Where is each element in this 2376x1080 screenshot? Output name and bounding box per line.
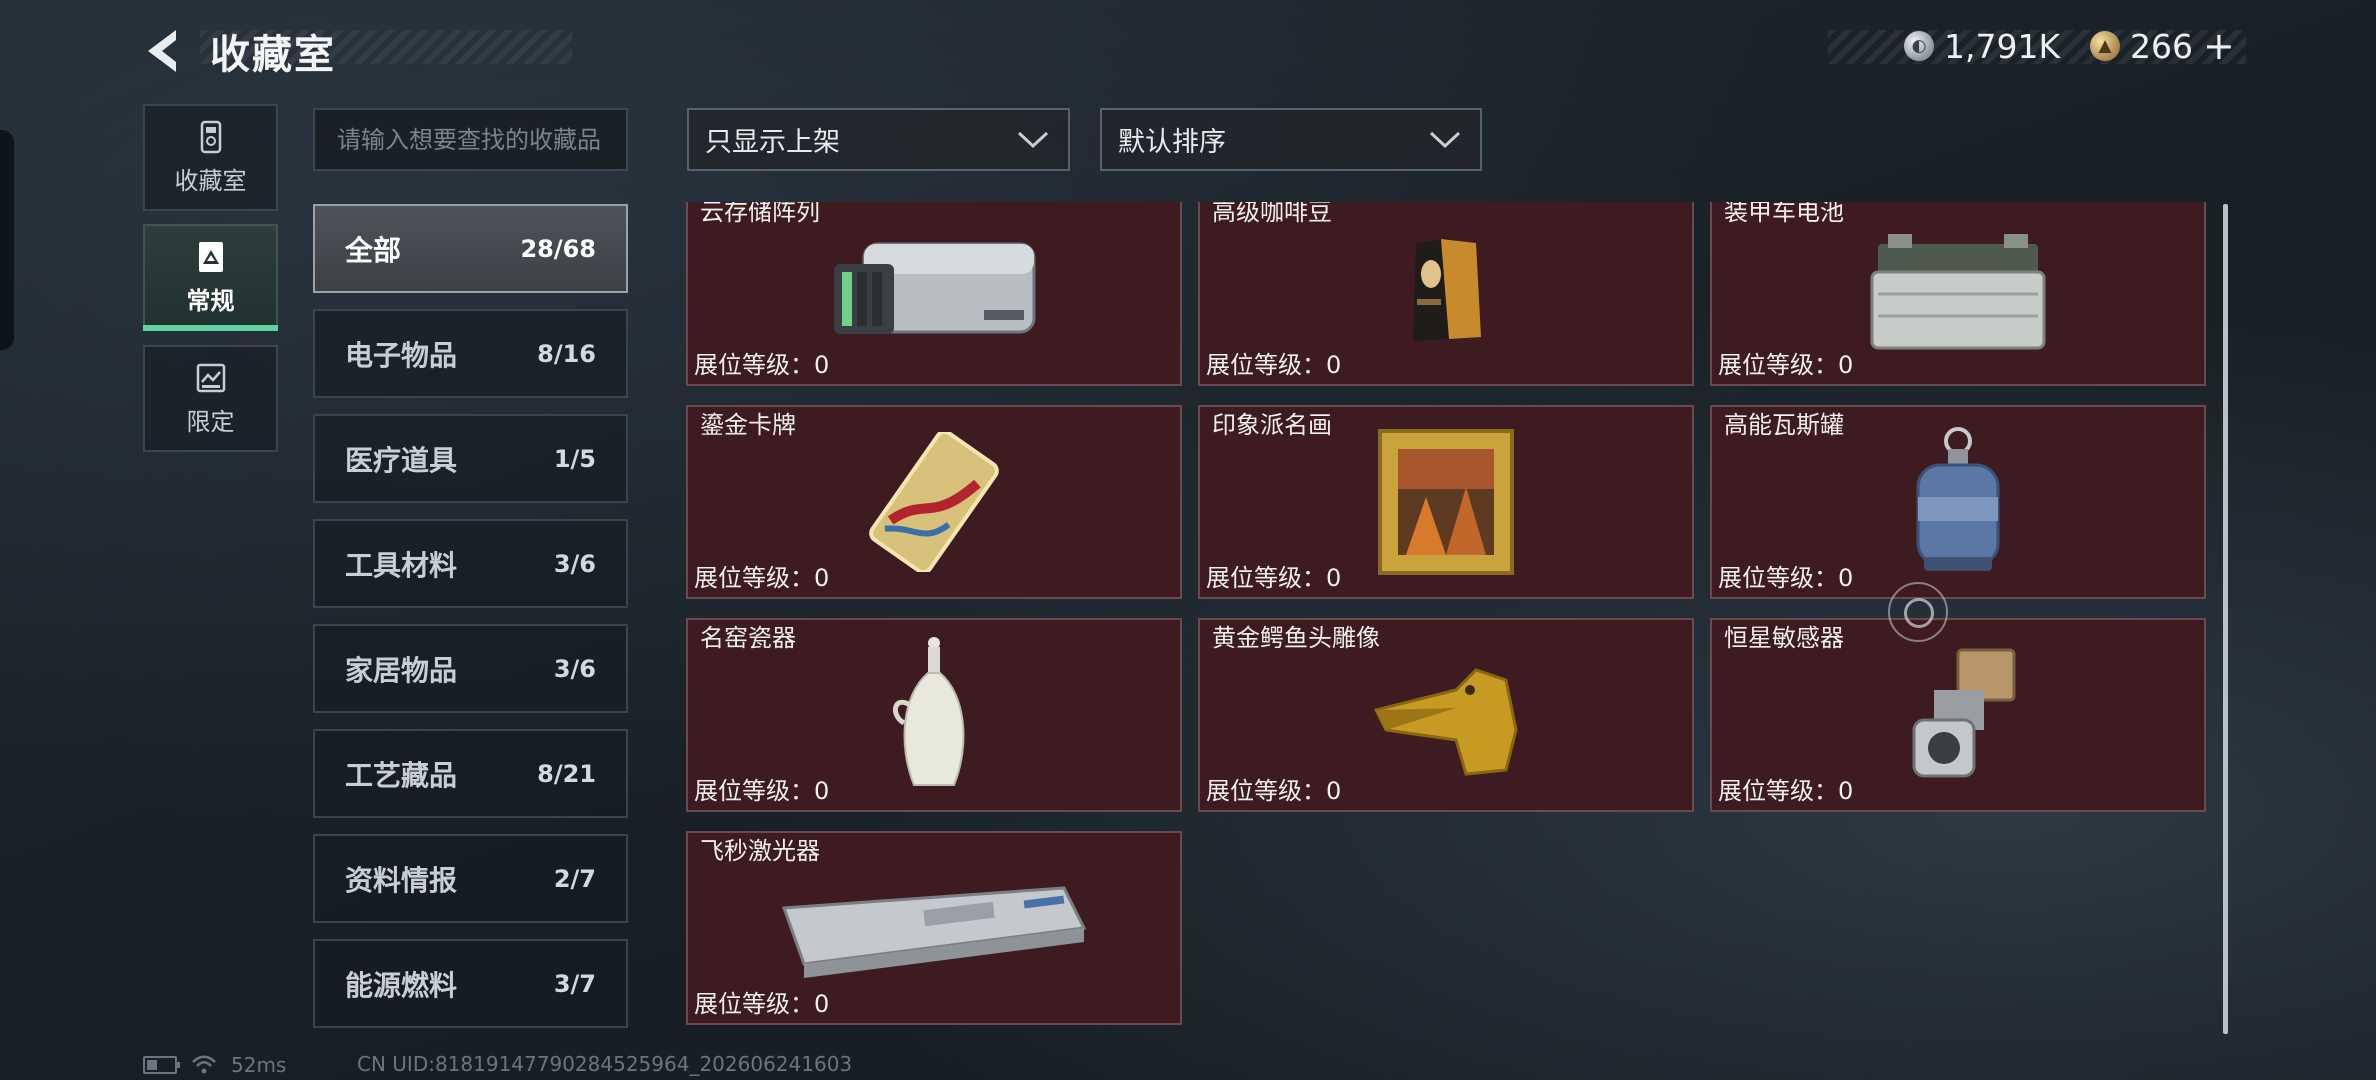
category-label: 工艺藏品 xyxy=(345,758,458,792)
category-fuel[interactable]: 能源燃料 3/7 xyxy=(313,939,628,1028)
femtosecond-laser-icon xyxy=(781,886,1087,978)
chevron-down-icon xyxy=(1017,131,1049,149)
gold-amount: 266 xyxy=(2130,26,2193,66)
nav-limited[interactable]: 限定 xyxy=(143,345,278,452)
item-name: 高能瓦斯罐 xyxy=(1724,411,1844,439)
storage-array-icon xyxy=(834,242,1036,334)
add-currency-button[interactable]: + xyxy=(2203,27,2235,65)
category-count: 2/7 xyxy=(553,864,596,893)
item-name: 飞秒激光器 xyxy=(700,837,820,865)
category-count: 3/6 xyxy=(553,549,596,578)
booth-level: 展位等级：0 xyxy=(694,990,830,1018)
item-name: 恒星敏感器 xyxy=(1724,624,1844,652)
crosshair-icon xyxy=(1888,582,1948,642)
back-arrow-icon xyxy=(148,30,176,72)
wifi-icon xyxy=(192,1055,216,1074)
limited-exhibit-icon xyxy=(196,363,225,393)
item-grid[interactable]: 云存储阵列 展位等级：0 高级咖啡豆 展位等级：0 装甲车电池 展位等级：0 鎏… xyxy=(686,202,2212,1034)
gold-coin-icon: ▲ xyxy=(2090,31,2120,61)
item-name: 名窑瓷器 xyxy=(700,624,796,652)
shelf-filter-value: 只显示上架 xyxy=(705,127,840,158)
category-household[interactable]: 家居物品 3/6 xyxy=(313,624,628,713)
category-electronics[interactable]: 电子物品 8/16 xyxy=(313,309,628,398)
grid-scrollbar[interactable] xyxy=(2223,204,2228,1034)
item-card[interactable]: 名窑瓷器 展位等级：0 xyxy=(686,618,1182,812)
coffee-bean-bag-icon xyxy=(1413,239,1481,341)
back-button[interactable] xyxy=(140,26,190,76)
category-count: 3/6 xyxy=(553,654,596,683)
gold-currency[interactable]: ▲ 266 + xyxy=(2090,26,2235,66)
nav-collection-room[interactable]: 收藏室 xyxy=(143,104,278,211)
regular-exhibit-icon xyxy=(198,242,223,272)
item-name: 云存储阵列 xyxy=(700,202,820,226)
category-count: 3/7 xyxy=(553,969,596,998)
category-label: 家居物品 xyxy=(345,653,458,687)
nav-label: 常规 xyxy=(186,287,235,315)
battery-icon xyxy=(143,1056,180,1074)
booth-level: 展位等级：0 xyxy=(1206,777,1342,805)
gilded-card-icon xyxy=(869,432,999,572)
gold-crocodile-head-icon xyxy=(1373,668,1518,776)
collection-room-icon xyxy=(200,120,221,154)
booth-level: 展位等级：0 xyxy=(694,777,830,805)
status-bar: 52ms xyxy=(143,1052,286,1078)
booth-level: 展位等级：0 xyxy=(1206,564,1342,592)
item-card[interactable]: 高能瓦斯罐 展位等级：0 xyxy=(1710,405,2206,599)
porcelain-vase-icon xyxy=(893,637,965,786)
shelf-filter-dropdown[interactable]: 只显示上架 xyxy=(687,108,1070,171)
booth-level: 展位等级：0 xyxy=(1718,777,1854,805)
category-count: 8/21 xyxy=(537,759,596,788)
booth-level: 展位等级：0 xyxy=(694,564,830,592)
category-label: 医疗道具 xyxy=(345,443,458,477)
item-name: 装甲车电池 xyxy=(1724,202,1844,226)
item-card[interactable]: 黄金鳄鱼头雕像 展位等级：0 xyxy=(1198,618,1694,812)
search-input[interactable] xyxy=(313,108,628,171)
silver-amount: 1,791K xyxy=(1944,26,2061,66)
player-uid: CN UID:81819147790284525964_202606241603 xyxy=(357,1052,853,1076)
category-count: 1/5 xyxy=(553,444,596,473)
booth-level: 展位等级：0 xyxy=(1206,351,1342,379)
edge-handle[interactable] xyxy=(0,130,14,350)
item-card[interactable]: 印象派名画 展位等级：0 xyxy=(1198,405,1694,599)
chevron-down-icon xyxy=(1429,131,1461,149)
item-card[interactable]: 恒星敏感器 展位等级：0 xyxy=(1710,618,2206,812)
item-name: 鎏金卡牌 xyxy=(700,411,796,439)
item-card[interactable]: 高级咖啡豆 展位等级：0 xyxy=(1198,202,1694,386)
category-label: 工具材料 xyxy=(345,548,458,582)
nav-label: 限定 xyxy=(186,408,235,436)
category-crafts[interactable]: 工艺藏品 8/21 xyxy=(313,729,628,818)
item-name: 高级咖啡豆 xyxy=(1212,202,1332,226)
booth-level: 展位等级：0 xyxy=(1718,351,1854,379)
item-card[interactable]: 云存储阵列 展位等级：0 xyxy=(686,202,1182,386)
gas-canister-icon xyxy=(1916,427,2000,571)
item-card[interactable]: 飞秒激光器 展位等级：0 xyxy=(686,831,1182,1025)
ping-value: 52ms xyxy=(231,1053,287,1077)
category-count: 8/16 xyxy=(537,339,596,368)
item-card[interactable]: 装甲车电池 展位等级：0 xyxy=(1710,202,2206,386)
category-intel[interactable]: 资料情报 2/7 xyxy=(313,834,628,923)
category-label: 全部 xyxy=(345,233,402,267)
category-tools[interactable]: 工具材料 3/6 xyxy=(313,519,628,608)
category-all[interactable]: 全部 28/68 xyxy=(313,204,628,293)
page-title: 收藏室 xyxy=(210,32,336,78)
item-name: 印象派名画 xyxy=(1212,411,1332,439)
booth-level: 展位等级：0 xyxy=(694,351,830,379)
framed-painting-icon xyxy=(1378,429,1514,575)
category-label: 能源燃料 xyxy=(345,968,458,1002)
item-name: 黄金鳄鱼头雕像 xyxy=(1212,624,1380,652)
category-count: 28/68 xyxy=(520,234,596,263)
category-medical[interactable]: 医疗道具 1/5 xyxy=(313,414,628,503)
nav-label: 收藏室 xyxy=(174,167,247,195)
nav-regular[interactable]: 常规 xyxy=(143,224,278,331)
category-label: 资料情报 xyxy=(345,863,458,897)
sort-value: 默认排序 xyxy=(1118,127,1226,158)
sort-dropdown[interactable]: 默认排序 xyxy=(1100,108,1482,171)
item-card[interactable]: 鎏金卡牌 展位等级：0 xyxy=(686,405,1182,599)
silver-currency: ◐ 1,791K xyxy=(1904,26,2060,66)
silver-coin-icon: ◐ xyxy=(1904,31,1934,61)
booth-level: 展位等级：0 xyxy=(1718,564,1854,592)
star-sensor-icon xyxy=(1912,648,2016,778)
category-label: 电子物品 xyxy=(345,338,458,372)
vehicle-battery-icon xyxy=(1870,234,2046,350)
